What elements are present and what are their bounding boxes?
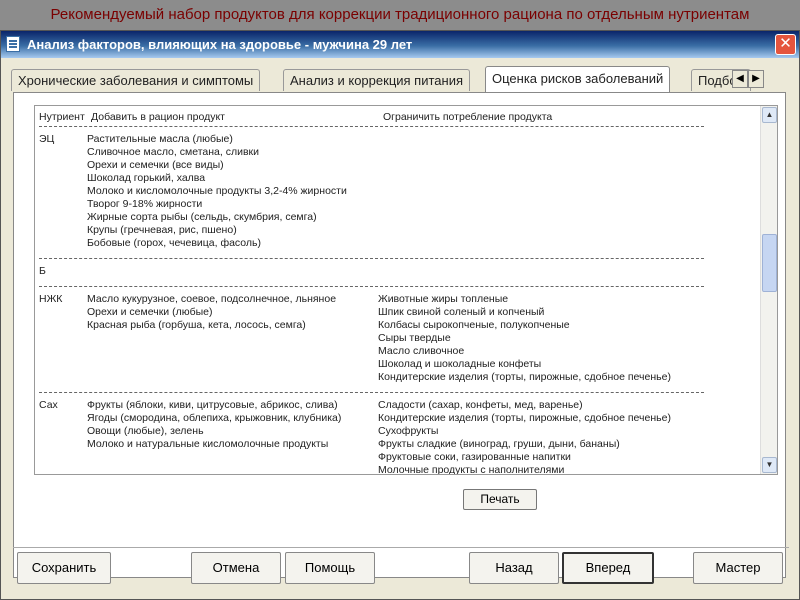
tab-nutrition-analysis[interactable]: Анализ и коррекция питания [283, 69, 470, 91]
save-button[interactable]: Сохранить [17, 552, 111, 584]
help-button[interactable]: Помощь [285, 552, 375, 584]
wizard-button[interactable]: Мастер [693, 552, 783, 584]
tab-scroll-arrows: ◀ ▶ [732, 68, 764, 88]
recommendations-list[interactable]: Нутриент Добавить в рацион продукт Огран… [34, 105, 778, 475]
back-button[interactable]: Назад [469, 552, 559, 584]
add-product-item: Орехи и семечки (все виды) [87, 159, 224, 171]
header-limit: Ограничить потребление продукта [383, 111, 553, 123]
limit-product-item: Сыры твердые [378, 332, 451, 344]
group-separator [39, 258, 704, 259]
limit-product-item: Шоколад и шоколадные конфеты [378, 358, 542, 370]
add-product-item: Крупы (гречневая, рис, пшено) [87, 224, 237, 236]
list-content: Нутриент Добавить в рацион продукт Огран… [35, 106, 762, 474]
add-product-item: Молоко и кисломолочные продукты 3,2-4% ж… [87, 185, 347, 197]
list-scrollbar[interactable]: ▲ ▼ [760, 106, 777, 474]
window-title: Анализ факторов, влияющих на здоровье - … [27, 37, 413, 52]
nutrient-label: НЖК [39, 293, 63, 305]
limit-product-item: Сухофрукты [378, 425, 439, 437]
group-separator [39, 392, 704, 393]
bottom-divider [13, 547, 789, 548]
add-product-item: Красная рыба (горбуша, кета, лосось, сем… [87, 319, 306, 331]
window-titlebar: Анализ факторов, влияющих на здоровье - … [1, 31, 799, 58]
tab-right-icon[interactable]: ▶ [748, 70, 764, 88]
group-separator [39, 286, 704, 287]
limit-product-item: Шпик свиной соленый и копченый [378, 306, 545, 318]
tab-panel-risk-assessment: Нутриент Добавить в рацион продукт Огран… [13, 92, 786, 578]
limit-product-item: Колбасы сырокопченые, полукопченые [378, 319, 570, 331]
limit-product-item: Кондитерские изделия (торты, пирожные, с… [378, 412, 671, 424]
cancel-button[interactable]: Отмена [191, 552, 281, 584]
close-icon[interactable]: ✕ [775, 34, 796, 55]
add-product-item: Бобовые (горох, чечевица, фасоль) [87, 237, 261, 249]
limit-product-item: Молочные продукты с наполнителями [378, 464, 565, 475]
limit-product-item: Сладости (сахар, конфеты, мед, варенье) [378, 399, 583, 411]
add-product-item: Сливочное масло, сметана, сливки [87, 146, 259, 158]
scroll-thumb[interactable] [762, 234, 777, 292]
header-nutrient: Нутриент [39, 111, 85, 123]
forward-button[interactable]: Вперед [562, 552, 654, 584]
add-product-item: Жирные сорта рыбы (сельдь, скумбрия, сем… [87, 211, 317, 223]
scroll-up-icon[interactable]: ▲ [762, 107, 777, 123]
tab-left-icon[interactable]: ◀ [732, 70, 748, 88]
limit-product-item: Животные жиры топленые [378, 293, 509, 305]
app-icon [6, 36, 20, 52]
print-button[interactable]: Печать [463, 489, 537, 510]
group-separator [39, 126, 704, 127]
tab-strip: Хронические заболевания и симптомы Анали… [11, 66, 771, 93]
scroll-down-icon[interactable]: ▼ [762, 457, 777, 473]
add-product-item: Масло кукурузное, соевое, подсолнечное, … [87, 293, 337, 305]
limit-product-item: Фрукты сладкие (виноград, груши, дыни, б… [378, 438, 620, 450]
add-product-item: Молоко и натуральные кисломолочные проду… [87, 438, 329, 450]
app-window: Анализ факторов, влияющих на здоровье - … [0, 30, 800, 600]
add-product-item: Фрукты (яблоки, киви, цитрусовые, абрико… [87, 399, 338, 411]
limit-product-item: Масло сливочное [378, 345, 465, 357]
tab-chronic-diseases[interactable]: Хронические заболевания и симптомы [11, 69, 261, 91]
nutrient-label: ЭЦ [39, 133, 55, 145]
add-product-item: Овощи (любые), зелень [87, 425, 204, 437]
add-product-item: Растительные масла (любые) [87, 133, 233, 145]
limit-product-item: Фруктовые соки, газированные напитки [378, 451, 571, 463]
tab-risk-assessment[interactable]: Оценка рисков заболеваний [485, 66, 671, 92]
add-product-item: Ягоды (смородина, облепиха, крыжовник, к… [87, 412, 342, 424]
nutrient-label: Сах [39, 399, 58, 411]
slide-title: Рекомендуемый набор продуктов для коррек… [0, 0, 800, 30]
add-product-item: Шоколад горький, халва [87, 172, 206, 184]
nutrient-label: Б [39, 265, 46, 277]
add-product-item: Орехи и семечки (любые) [87, 306, 213, 318]
limit-product-item: Кондитерские изделия (торты, пирожные, с… [378, 371, 671, 383]
list-header: Нутриент Добавить в рацион продукт Огран… [35, 111, 762, 125]
header-add: Добавить в рацион продукт [91, 111, 225, 123]
add-product-item: Творог 9-18% жирности [87, 198, 203, 210]
